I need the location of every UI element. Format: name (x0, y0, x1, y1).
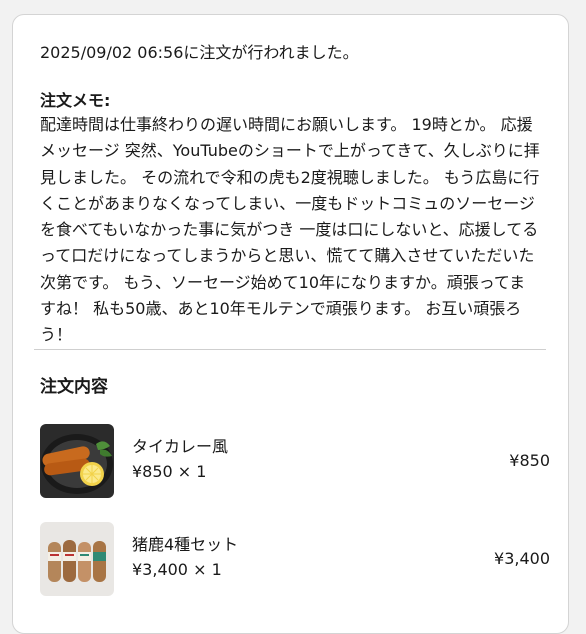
item-price: ¥3,400 (494, 549, 550, 568)
item-price: ¥850 (509, 451, 550, 470)
order-memo-body: 配達時間は仕事終わりの遅い時間にお願いします。 19時とか。 応援メッセージ 突… (40, 115, 540, 345)
item-unit-quantity: ¥850 × 1 (132, 462, 207, 481)
order-timestamp: 2025/09/02 06:56に注文が行われました。 (40, 43, 359, 62)
order-memo-title: 注文メモ: (40, 91, 111, 110)
section-divider (34, 349, 546, 350)
product-thumbnail[interactable] (40, 522, 114, 596)
order-contents-title: 注文内容 (40, 377, 108, 397)
item-name[interactable]: 猪鹿4種セット (132, 534, 238, 556)
item-name[interactable]: タイカレー風 (132, 436, 228, 458)
order-item-row[interactable]: 猪鹿4種セット ¥3,400 × 1 ¥3,400 (40, 522, 550, 598)
item-unit-quantity: ¥3,400 × 1 (132, 560, 222, 579)
product-thumbnail[interactable] (40, 424, 114, 498)
order-detail-card: 2025/09/02 06:56に注文が行われました。 注文メモ: 配達時間は仕… (12, 14, 569, 634)
order-item-row[interactable]: タイカレー風 ¥850 × 1 ¥850 (40, 424, 550, 500)
